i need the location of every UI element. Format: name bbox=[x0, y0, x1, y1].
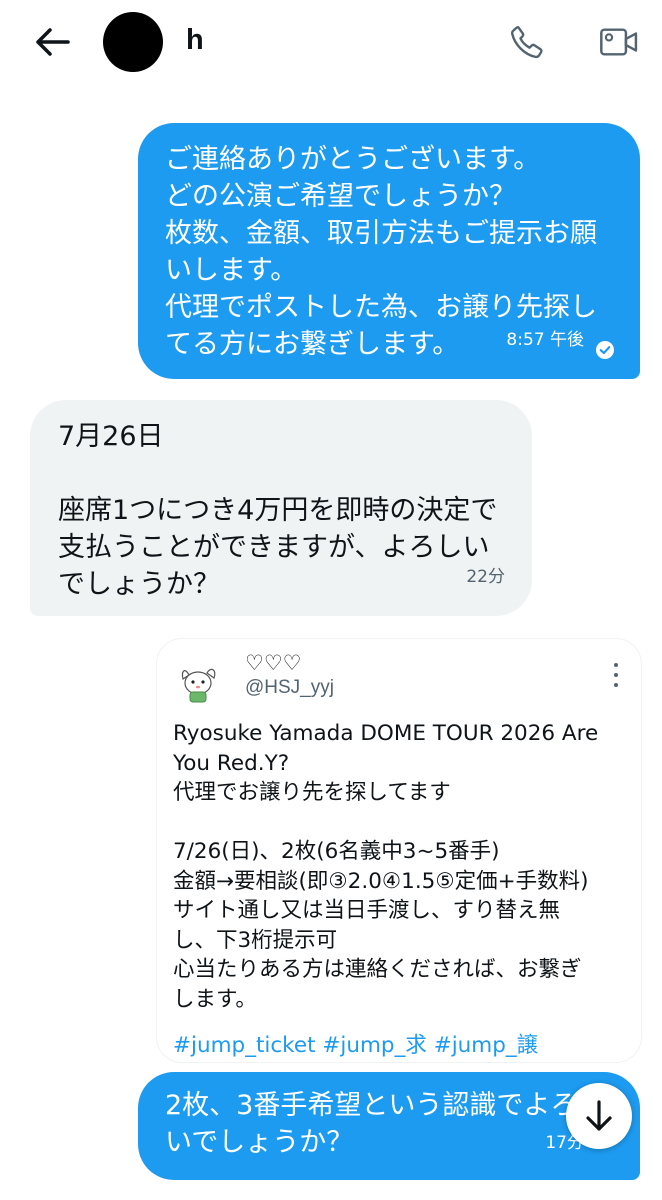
post-text-line: 金額→要相談(即③2.0④1.5⑤定価+手数料) bbox=[173, 868, 589, 894]
back-button[interactable] bbox=[28, 22, 76, 62]
post-text-line: 代理でお譲り先を探してます bbox=[173, 780, 451, 805]
post-text-line: Ryosuke Yamada DOME TOUR 2026 Are bbox=[173, 721, 599, 746]
check-circle-icon bbox=[596, 341, 614, 359]
contact-name[interactable]: h bbox=[186, 24, 204, 57]
quoted-post-card[interactable]: ♡♡♡ @HSJ_yyj Ryosuke Yamada DOME TOUR 20… bbox=[156, 638, 642, 1063]
hashtag-link[interactable]: #jump_ticket bbox=[173, 1033, 316, 1058]
post-text-line: サイト通し又は当日手渡し、すり替え無 bbox=[173, 898, 561, 923]
more-vertical-icon bbox=[614, 663, 618, 667]
cartoon-dog-icon bbox=[177, 661, 221, 705]
message-text: 7月26日 座席1つにつき4万円を即時の決定で 支払うことができますが、よろしい… bbox=[58, 421, 498, 600]
outgoing-message-bubble[interactable]: ご連絡ありがとうございます。 どの公演ご希望でしょうか？ 枚数、金額、取引方法も… bbox=[138, 123, 640, 379]
message-timestamp: 8:57 午後 bbox=[506, 330, 584, 350]
post-hashtags: #jump_ticket #jump_求 #jump_譲 bbox=[173, 1031, 538, 1060]
outgoing-message-bubble[interactable]: 2枚、3番手希望という認識でよろし いでしょうか？ 17分 bbox=[138, 1072, 640, 1180]
post-author-name: ♡♡♡ bbox=[245, 651, 302, 675]
post-text: Ryosuke Yamada DOME TOUR 2026 Are You Re… bbox=[173, 719, 635, 1014]
contact-avatar[interactable] bbox=[103, 12, 163, 72]
conversation-header: h bbox=[0, 0, 662, 86]
hashtag-link[interactable]: #jump_求 bbox=[322, 1033, 426, 1058]
post-text-line: You Red.Y? bbox=[173, 750, 290, 776]
post-text-line: します。 bbox=[173, 986, 257, 1012]
incoming-message-bubble[interactable]: 7月26日 座席1つにつき4万円を即時の決定で 支払うことができますが、よろしい… bbox=[30, 400, 532, 616]
message-timestamp: 22分 bbox=[466, 567, 505, 587]
post-text-line: し、下3桁提示可 bbox=[173, 927, 338, 953]
post-author-avatar[interactable] bbox=[177, 661, 221, 705]
call-button[interactable] bbox=[502, 18, 552, 66]
hashtag-link[interactable]: #jump_譲 bbox=[434, 1033, 538, 1058]
more-options-button[interactable] bbox=[609, 663, 623, 687]
video-camera-icon bbox=[600, 28, 638, 56]
arrow-down-icon bbox=[586, 1100, 612, 1131]
post-text-line bbox=[173, 808, 635, 838]
post-text-line: 7/26(日)、2枚(6名義中3~5番手) bbox=[173, 839, 500, 864]
scroll-to-bottom-button[interactable] bbox=[566, 1083, 632, 1149]
phone-icon bbox=[511, 25, 543, 59]
video-call-button[interactable] bbox=[592, 18, 646, 66]
arrow-left-icon bbox=[36, 28, 70, 56]
post-text-line: 心当たりある方は連絡くだされば、お繋ぎ bbox=[173, 957, 582, 982]
post-author-handle: @HSJ_yyj bbox=[245, 677, 334, 698]
